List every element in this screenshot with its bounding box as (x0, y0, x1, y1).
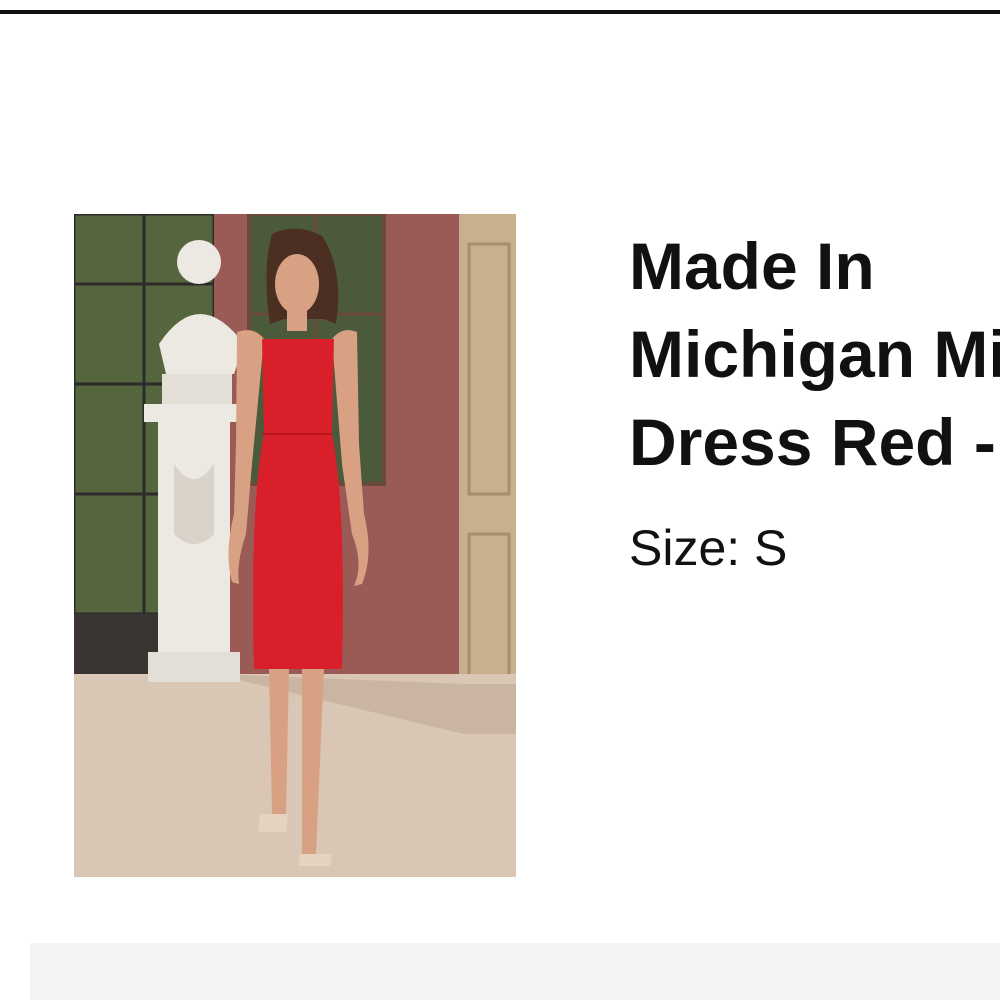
product-title[interactable]: Made In Michigan Midi Dress Red - (629, 222, 1000, 486)
bottom-panel (30, 943, 1000, 1000)
product-photo-illustration (74, 214, 516, 877)
top-divider (0, 10, 1000, 14)
red-dress (253, 339, 343, 669)
product-size-label: Size: S (629, 520, 788, 576)
product-info: Made In Michigan Midi Dress Red - Size: … (629, 222, 1000, 578)
product-image[interactable] (74, 214, 516, 877)
